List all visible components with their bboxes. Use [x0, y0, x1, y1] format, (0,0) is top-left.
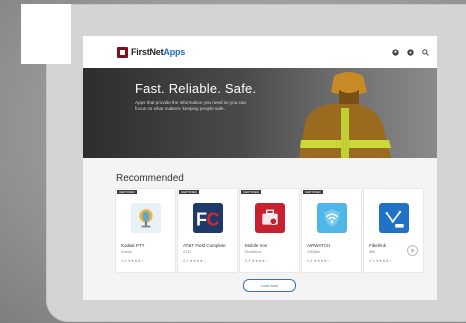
app-developer: IBM [369, 250, 376, 254]
app-rating: 4.1 ★★★★☆ [369, 259, 393, 263]
settings-icon[interactable] [407, 48, 414, 56]
certified-badge: CERTIFIED [179, 190, 199, 194]
logo-prefix: FirstNet [131, 47, 164, 57]
app-developer: VMWare [307, 250, 321, 254]
app-card-list: CERTIFIED Kodiak PTT Kodiak 4.5 ★★★★☆ CE… [116, 189, 423, 272]
app-card-mobile-iron[interactable]: CERTIFIED Mobile Iron MobileIron 4.3 ★★★… [240, 189, 299, 272]
certified-badge: CERTIFIED [303, 190, 323, 194]
app-rating: 4.5 ★★★★☆ [121, 259, 145, 263]
hero-subtitle: Apps that provide the information you ne… [135, 100, 247, 111]
recommended-heading: Recommended [116, 173, 184, 184]
hero-banner: Fast. Reliable. Safe. Apps that provide … [83, 68, 437, 158]
account-icon[interactable] [392, 48, 399, 56]
corner-overlay [21, 4, 71, 64]
firefighter-image [299, 72, 391, 158]
app-developer: AT&T [183, 250, 192, 254]
firstnet-logo[interactable]: FirstNetApps [117, 46, 185, 58]
load-more-button[interactable]: Load more [243, 279, 296, 292]
briefcase-icon [255, 203, 285, 233]
app-card-kodiak[interactable]: CERTIFIED Kodiak PTT Kodiak 4.5 ★★★★☆ [116, 189, 175, 272]
app-rating: 4.4 ★★★★☆ [307, 259, 331, 263]
top-icons [392, 48, 429, 56]
certified-badge: CERTIFIED [117, 190, 137, 194]
ibm-chart-icon [379, 203, 409, 233]
search-icon[interactable] [422, 48, 429, 56]
app-rating: 4.3 ★★★★☆ [245, 259, 269, 263]
microphone-icon [131, 203, 161, 233]
app-rating: 4.2 ★★★★☆ [183, 259, 207, 263]
fc-logo-icon: F C [193, 203, 223, 233]
logo-mark-icon [117, 46, 128, 58]
app-name: Kodiak PTT [121, 243, 145, 248]
app-name: AIRWATCH [307, 243, 331, 248]
app-name: Mobile Iron [245, 243, 268, 248]
next-arrow-button[interactable] [407, 245, 418, 256]
hero-title: Fast. Reliable. Safe. [135, 81, 257, 96]
logo-text: FirstNetApps [131, 47, 185, 57]
top-bar: FirstNetApps [83, 36, 437, 68]
app-name: AT&T Field Complete [183, 243, 226, 248]
app-developer: MobileIron [245, 250, 262, 254]
app-screen: FirstNetApps Fast. Reliable. Safe. Apps … [83, 36, 437, 300]
logo-suffix: Apps [163, 47, 186, 57]
app-card-airwatch[interactable]: CERTIFIED AIRWATCH VMWare 4.4 ★★★★☆ [302, 189, 361, 272]
svg-text:F: F [196, 210, 207, 230]
app-card-att-field-complete[interactable]: CERTIFIED F C AT&T Field Complete AT&T 4… [178, 189, 237, 272]
app-developer: Kodiak [121, 250, 132, 254]
certified-badge: CERTIFIED [241, 190, 261, 194]
svg-text:C: C [207, 210, 220, 230]
recommended-section: Recommended CERTIFIED Kodiak PTT Kodiak … [83, 158, 437, 300]
shield-wifi-icon [317, 203, 347, 233]
app-card-fiberlink[interactable]: Fiberlink IBM 4.1 ★★★★☆ [364, 189, 423, 272]
app-name: Fiberlink [369, 243, 387, 248]
chevron-right-icon [411, 248, 415, 253]
